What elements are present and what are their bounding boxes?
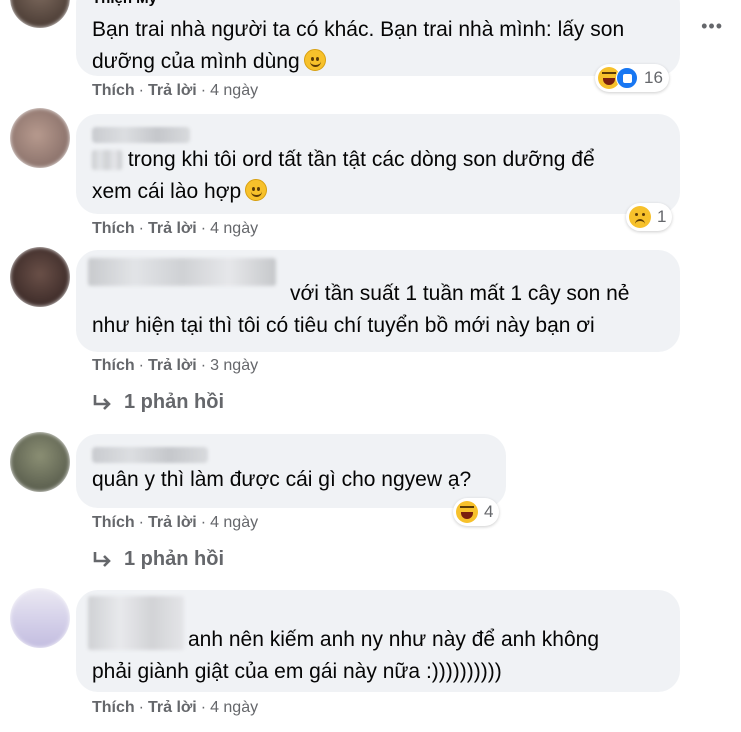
comment-text-line1: với tần suất 1 tuần mất 1 cây son nẻ: [88, 258, 664, 310]
comment-text: như hiện tại thì tôi có tiêu chí tuyển b…: [92, 314, 595, 337]
avatar[interactable]: [10, 432, 70, 492]
avatar[interactable]: [10, 0, 70, 28]
comment-actions: Thích · Trả lời · 4 ngày: [92, 699, 259, 716]
reaction-summary[interactable]: 1: [626, 203, 673, 231]
reply-arrow-icon: [93, 394, 111, 410]
like-button[interactable]: Thích: [92, 82, 135, 99]
reaction-summary[interactable]: 4: [453, 498, 500, 526]
reaction-count: 4: [484, 502, 494, 521]
comment-author[interactable]: Thiện My: [92, 0, 664, 8]
view-replies-button[interactable]: 1 phản hồi: [92, 391, 224, 414]
timestamp[interactable]: 4 ngày: [210, 82, 258, 99]
avatar[interactable]: [10, 108, 70, 168]
comment-bubble: quân y thì làm được cái gì cho ngyew ạ?: [76, 434, 506, 508]
mention-blurred: [92, 150, 122, 171]
comment-text: Bạn trai nhà người ta có khác. Bạn trai …: [92, 18, 625, 41]
comment-text: quân y thì làm được cái gì cho ngyew ạ?: [92, 468, 472, 491]
comment-author-blurred[interactable]: [92, 126, 190, 143]
reply-button[interactable]: Trả lời: [148, 220, 197, 237]
comment-text-part: với tần suất 1 tuần mất 1 cây son nẻ: [290, 282, 630, 305]
comment-text-line1: trong khi tôi ord tất tần tật các dòng s…: [92, 144, 664, 176]
comment-bubble: Thiện My Bạn trai nhà người ta có khác. …: [76, 0, 680, 76]
comment-text-line1: anh nên kiếm anh ny như này để anh không: [88, 596, 664, 656]
author-name-blurred: [88, 596, 184, 650]
timestamp[interactable]: 4 ngày: [210, 514, 258, 531]
smile-emoji-icon: [303, 49, 326, 71]
reaction-summary[interactable]: 16: [595, 64, 669, 92]
comment-text: phải giành giật của em gái này nữa :))))…: [92, 660, 502, 683]
author-name-blurred: [88, 258, 276, 286]
reply-button[interactable]: Trả lời: [148, 699, 197, 716]
replies-label: 1 phản hồi: [124, 391, 224, 413]
like-reaction-icon: [616, 67, 638, 89]
view-replies-button[interactable]: 1 phản hồi: [92, 548, 224, 571]
reply-arrow-icon: [93, 551, 111, 567]
haha-reaction-icon: [456, 501, 478, 523]
comment-text-line2: dưỡng của mình dùng: [92, 46, 664, 78]
comment-text-part: xem cái lào hợp: [92, 180, 242, 203]
comment-actions: Thích · Trả lời · 3 ngày: [92, 357, 259, 374]
smile-emoji-icon: [245, 179, 268, 201]
comment-bubble: với tần suất 1 tuần mất 1 cây son nẻ như…: [76, 250, 680, 352]
comment-text-part: dưỡng của mình dùng: [92, 50, 300, 73]
more-options-icon[interactable]: •••: [701, 16, 723, 37]
comment-bubble: anh nên kiếm anh ny như này để anh không…: [76, 590, 680, 692]
like-button[interactable]: Thích: [92, 220, 135, 237]
reaction-count: 1: [657, 207, 667, 226]
comment-actions: Thích · Trả lời · 4 ngày: [92, 82, 259, 99]
comment-author-blurred[interactable]: [92, 446, 208, 463]
comment-actions: Thích · Trả lời · 4 ngày: [92, 514, 259, 531]
like-button[interactable]: Thích: [92, 357, 135, 374]
like-button[interactable]: Thích: [92, 514, 135, 531]
comment-text-part: anh nên kiếm anh ny như này để anh không: [188, 628, 600, 651]
reply-button[interactable]: Trả lời: [148, 82, 197, 99]
timestamp[interactable]: 3 ngày: [210, 357, 258, 374]
timestamp[interactable]: 4 ngày: [210, 699, 258, 716]
comment-actions: Thích · Trả lời · 4 ngày: [92, 220, 259, 237]
reply-button[interactable]: Trả lời: [148, 357, 197, 374]
avatar[interactable]: [10, 247, 70, 307]
comment-text-part: trong khi tôi ord tất tần tật các dòng s…: [127, 148, 595, 171]
sad-reaction-icon: [629, 206, 651, 228]
avatar[interactable]: [10, 588, 70, 648]
timestamp[interactable]: 4 ngày: [210, 220, 258, 237]
reaction-count: 16: [644, 68, 663, 87]
replies-label: 1 phản hồi: [124, 548, 224, 570]
comment-thread: Thiện My Bạn trai nhà người ta có khác. …: [0, 0, 741, 732]
reply-button[interactable]: Trả lời: [148, 514, 197, 531]
like-button[interactable]: Thích: [92, 699, 135, 716]
comment-text-line2: xem cái lào hợp: [92, 176, 664, 208]
comment-bubble: trong khi tôi ord tất tần tật các dòng s…: [76, 114, 680, 214]
